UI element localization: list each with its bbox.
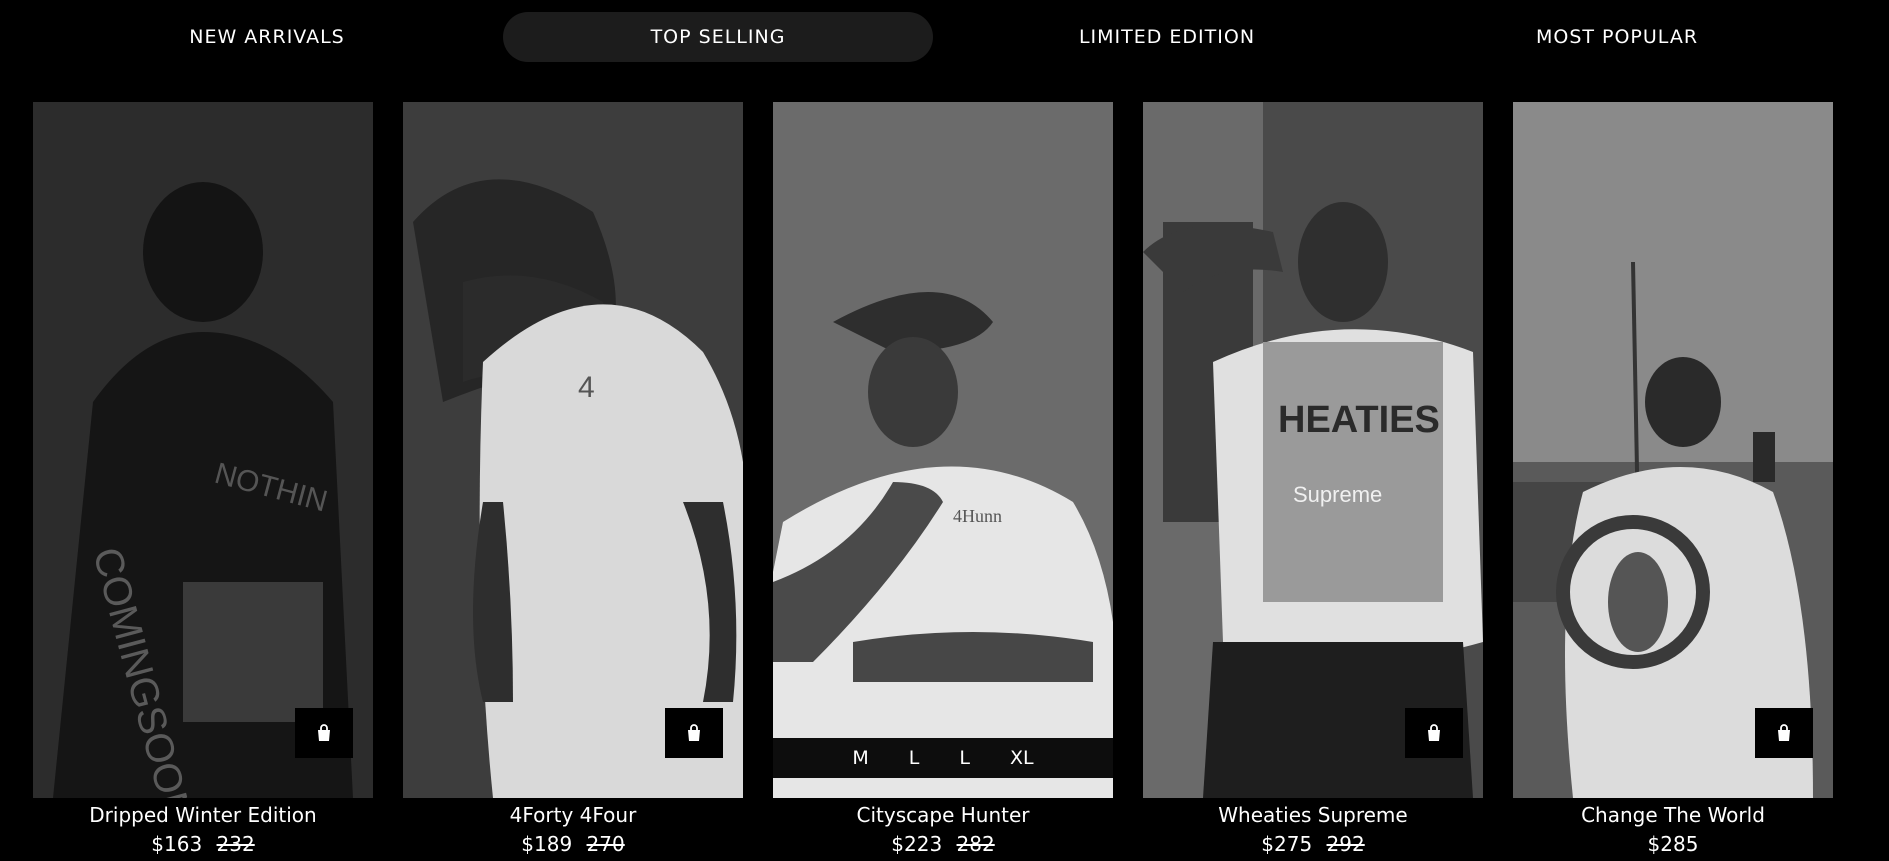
current-price: $285 xyxy=(1647,832,1699,856)
tab-limited-edition[interactable]: LIMITED EDITION xyxy=(1040,12,1294,62)
product-image[interactable]: 4 xyxy=(403,102,743,798)
product-image[interactable] xyxy=(1513,102,1833,798)
svg-text:4: 4 xyxy=(578,371,595,404)
product-name[interactable]: Dripped Winter Edition xyxy=(33,802,373,829)
svg-text:Supreme: Supreme xyxy=(1293,482,1382,507)
add-to-cart-button[interactable] xyxy=(1755,708,1813,758)
tab-top-selling[interactable]: TOP SELLING xyxy=(503,12,933,62)
product-name[interactable]: Change The World xyxy=(1513,802,1833,829)
product-price: $285 xyxy=(1513,829,1833,859)
shopping-bag-icon xyxy=(688,724,700,741)
shopping-bag-icon xyxy=(1428,724,1440,741)
product-card[interactable]: 4Hunn M L L XL Cityscape Hunter $223 282 xyxy=(773,102,1113,859)
shopping-bag-icon xyxy=(318,724,330,741)
product-name[interactable]: Wheaties Supreme xyxy=(1143,802,1483,829)
product-photo-bandana-tee: 4 xyxy=(403,102,743,798)
product-name[interactable]: Cityscape Hunter xyxy=(773,802,1113,829)
size-selector: M L L XL xyxy=(773,738,1113,778)
add-to-cart-button[interactable] xyxy=(665,708,723,758)
svg-text:HEATIES: HEATIES xyxy=(1278,399,1440,441)
product-card[interactable]: 4 4Forty 4Four $189 270 xyxy=(403,102,743,859)
product-price: $163 232 xyxy=(33,829,373,859)
product-image[interactable]: NOTHIN COMINGSOON xyxy=(33,102,373,798)
size-option[interactable]: L xyxy=(959,747,970,769)
product-image[interactable]: 4Hunn M L L XL xyxy=(773,102,1113,798)
product-card[interactable]: Change The World $285 xyxy=(1513,102,1833,859)
add-to-cart-button[interactable] xyxy=(295,708,353,758)
product-card[interactable]: HEATIES Supreme Wheaties Supreme $275 29… xyxy=(1143,102,1483,859)
size-option[interactable]: L xyxy=(909,747,920,769)
product-image[interactable]: HEATIES Supreme xyxy=(1143,102,1483,798)
tab-most-popular[interactable]: MOST POPULAR xyxy=(1490,12,1744,62)
shopping-bag-icon xyxy=(1778,724,1790,741)
original-price: 232 xyxy=(216,832,255,856)
current-price: $163 xyxy=(151,832,203,856)
product-name[interactable]: 4Forty 4Four xyxy=(403,802,743,829)
size-option[interactable]: M xyxy=(852,747,868,769)
product-photo-cityscape-tee: 4Hunn xyxy=(773,102,1113,798)
size-option[interactable]: XL xyxy=(1010,747,1034,769)
product-photo-wheaties-tee: HEATIES Supreme xyxy=(1143,102,1483,798)
add-to-cart-button[interactable] xyxy=(1405,708,1463,758)
original-price: 292 xyxy=(1326,832,1365,856)
svg-text:4Hunn: 4Hunn xyxy=(953,506,1002,526)
tab-new-arrivals[interactable]: NEW ARRIVALS xyxy=(140,12,394,62)
product-price: $189 270 xyxy=(403,829,743,859)
current-price: $189 xyxy=(521,832,573,856)
product-photo-change-the-world-tee xyxy=(1513,102,1833,798)
original-price: 282 xyxy=(956,832,995,856)
product-price: $275 292 xyxy=(1143,829,1483,859)
product-card[interactable]: NOTHIN COMINGSOON Dripped Winter Edition… xyxy=(33,102,373,859)
current-price: $275 xyxy=(1261,832,1313,856)
category-tabs: NEW ARRIVALS TOP SELLING LIMITED EDITION… xyxy=(0,0,1889,100)
current-price: $223 xyxy=(891,832,943,856)
original-price: 270 xyxy=(586,832,625,856)
product-photo-hoodie: NOTHIN COMINGSOON xyxy=(33,102,373,798)
product-price: $223 282 xyxy=(773,829,1113,859)
